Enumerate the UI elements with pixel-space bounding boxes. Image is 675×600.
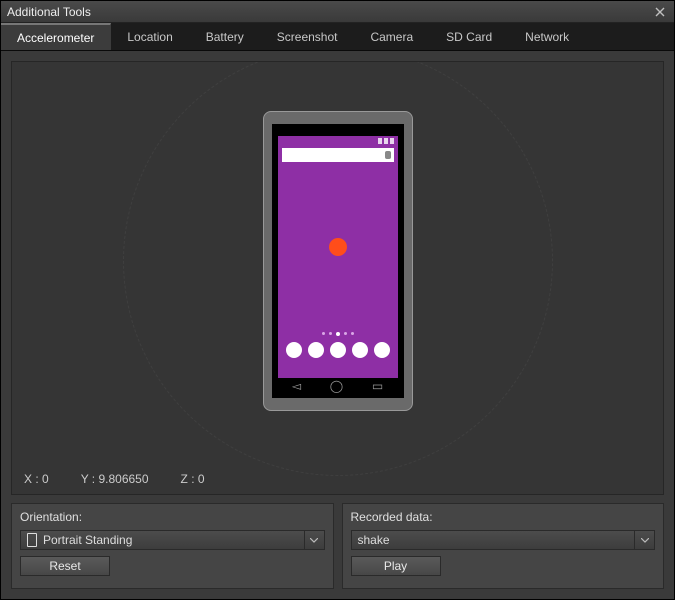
reset-button-label: Reset	[49, 559, 80, 573]
home-icon: ◯	[330, 380, 343, 392]
play-button[interactable]: Play	[351, 556, 441, 576]
device-screen	[278, 136, 398, 378]
tab-sd-card[interactable]: SD Card	[430, 23, 509, 50]
content-area: ◅ ◯ ▭ X : 0 Y : 9.806650 Z : 0 Orientati…	[1, 51, 674, 599]
dock-app-icon	[286, 342, 302, 358]
orientation-label: Orientation:	[20, 510, 325, 524]
status-bar	[278, 136, 398, 146]
tab-label: Screenshot	[277, 30, 338, 44]
readout-y: Y : 9.806650	[81, 472, 149, 486]
tab-location[interactable]: Location	[111, 23, 189, 50]
recorded-data-selected: shake	[358, 533, 390, 547]
chevron-down-icon	[304, 531, 324, 549]
app-dock	[278, 342, 398, 358]
readout-x: X : 0	[24, 472, 49, 486]
dock-app-icon	[330, 342, 346, 358]
recent-icon: ▭	[372, 380, 383, 392]
xyz-readout: X : 0 Y : 9.806650 Z : 0	[24, 472, 205, 486]
bottom-panels: Orientation: Portrait Standing Reset Rec…	[11, 503, 664, 589]
tab-battery[interactable]: Battery	[190, 23, 261, 50]
mic-icon	[385, 151, 391, 159]
dock-app-icon	[308, 342, 324, 358]
android-nav-bar: ◅ ◯ ▭	[278, 378, 398, 394]
reset-button[interactable]: Reset	[20, 556, 110, 576]
device-frame: ◅ ◯ ▭	[272, 124, 404, 398]
portrait-icon	[27, 533, 37, 547]
tab-label: SD Card	[446, 30, 492, 44]
tab-network[interactable]: Network	[509, 23, 586, 50]
window-title: Additional Tools	[7, 5, 652, 19]
play-button-label: Play	[384, 559, 407, 573]
tab-bar: Accelerometer Location Battery Screensho…	[1, 23, 674, 51]
orientation-select[interactable]: Portrait Standing	[20, 530, 325, 550]
recorded-data-label: Recorded data:	[351, 510, 656, 524]
tab-label: Accelerometer	[17, 31, 94, 45]
dock-app-icon	[352, 342, 368, 358]
close-icon[interactable]	[652, 5, 668, 19]
tab-screenshot[interactable]: Screenshot	[261, 23, 355, 50]
page-indicator	[278, 332, 398, 336]
back-icon: ◅	[292, 380, 301, 392]
tab-label: Camera	[370, 30, 413, 44]
chevron-down-icon	[634, 531, 654, 549]
tab-label: Location	[127, 30, 172, 44]
recorded-data-select[interactable]: shake	[351, 530, 656, 550]
tab-accelerometer[interactable]: Accelerometer	[1, 23, 111, 50]
tab-camera[interactable]: Camera	[354, 23, 430, 50]
tab-label: Network	[525, 30, 569, 44]
readout-z: Z : 0	[181, 472, 205, 486]
additional-tools-window: Additional Tools Accelerometer Location …	[0, 0, 675, 600]
device-mockup[interactable]: ◅ ◯ ▭	[263, 111, 413, 411]
tab-label: Battery	[206, 30, 244, 44]
orientation-panel: Orientation: Portrait Standing Reset	[11, 503, 334, 589]
orientation-selected: Portrait Standing	[43, 533, 132, 547]
recorded-data-panel: Recorded data: shake Play	[342, 503, 665, 589]
gravity-indicator-icon	[329, 238, 347, 256]
accelerometer-preview[interactable]: ◅ ◯ ▭ X : 0 Y : 9.806650 Z : 0	[11, 61, 664, 495]
title-bar: Additional Tools	[1, 1, 674, 23]
search-widget	[282, 148, 394, 162]
dock-app-icon	[374, 342, 390, 358]
